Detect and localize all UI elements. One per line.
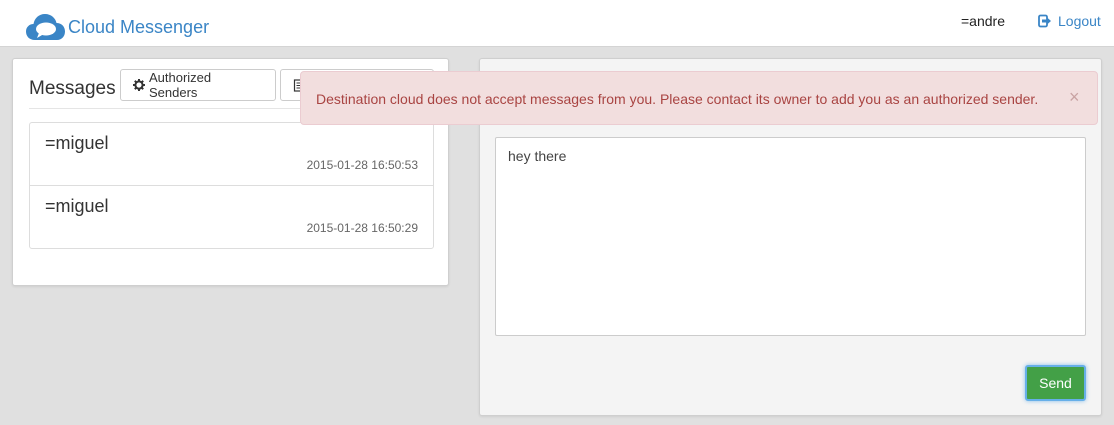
authorized-senders-label: Authorized Senders bbox=[148, 70, 212, 100]
logout-label: Logout bbox=[1058, 13, 1101, 29]
current-username: =andre bbox=[961, 13, 1005, 29]
message-timestamp: 2015-01-28 16:50:29 bbox=[306, 221, 418, 235]
brand-link[interactable]: Cloud Messenger bbox=[26, 12, 209, 42]
message-timestamp: 2015-01-28 16:50:53 bbox=[306, 158, 418, 172]
logout-icon bbox=[1038, 14, 1051, 28]
message-textarea[interactable]: hey there bbox=[495, 137, 1086, 336]
message-item[interactable]: =miguel 2015-01-28 16:50:53 bbox=[29, 122, 434, 186]
authorized-senders-button[interactable]: Authorized Senders bbox=[120, 69, 276, 101]
message-item[interactable]: =miguel 2015-01-28 16:50:29 bbox=[29, 185, 434, 249]
logout-link[interactable]: Logout bbox=[1038, 13, 1101, 29]
message-list: =miguel 2015-01-28 16:50:53 =miguel 2015… bbox=[29, 122, 434, 249]
gear-icon bbox=[133, 79, 145, 91]
send-button[interactable]: Send bbox=[1025, 365, 1086, 401]
brand-title: Cloud Messenger bbox=[68, 16, 210, 37]
messages-title: Messages bbox=[29, 78, 116, 99]
error-alert: Destination cloud does not accept messag… bbox=[300, 71, 1098, 125]
navbar: Cloud Messenger =andre Logout bbox=[0, 0, 1114, 47]
close-icon[interactable]: × bbox=[1069, 88, 1080, 106]
cloud-icon bbox=[26, 14, 65, 40]
message-sender: =miguel bbox=[45, 133, 109, 153]
message-sender: =miguel bbox=[45, 196, 109, 216]
alert-message: Destination cloud does not accept messag… bbox=[316, 91, 1039, 107]
